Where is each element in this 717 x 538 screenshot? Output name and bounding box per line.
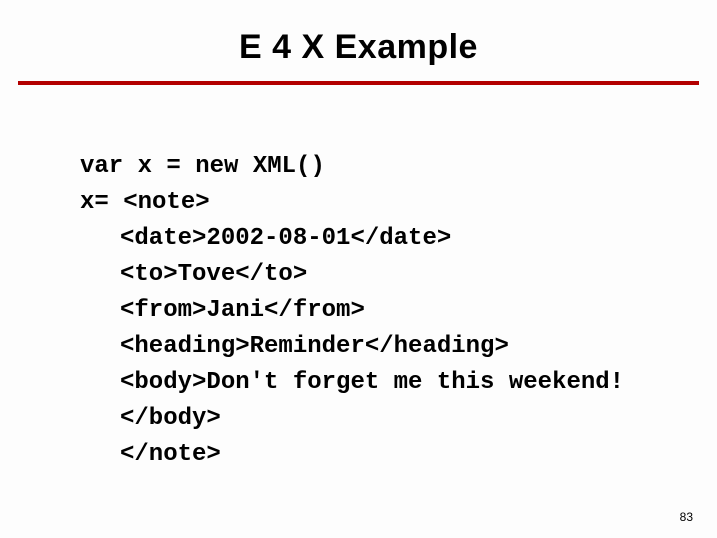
code-line-6: <heading>Reminder</heading>: [80, 329, 640, 365]
code-line-7: <body>Don't forget me this weekend!</bod…: [80, 365, 640, 437]
title-divider: [18, 81, 699, 85]
slide: E 4 X Example var x = new XML() x= <note…: [0, 0, 717, 538]
slide-title: E 4 X Example: [0, 0, 717, 81]
code-block: var x = new XML() x= <note> <date>2002-0…: [80, 113, 717, 473]
code-line-1: var x = new XML(): [80, 153, 325, 180]
code-line-8: </note>: [80, 437, 640, 473]
page-number: 83: [680, 510, 693, 524]
code-line-2: x= <note>: [80, 189, 210, 216]
code-line-5: <from>Jani</from>: [80, 293, 640, 329]
code-line-3: <date>2002-08-01</date>: [80, 221, 640, 257]
code-line-4: <to>Tove</to>: [80, 257, 640, 293]
